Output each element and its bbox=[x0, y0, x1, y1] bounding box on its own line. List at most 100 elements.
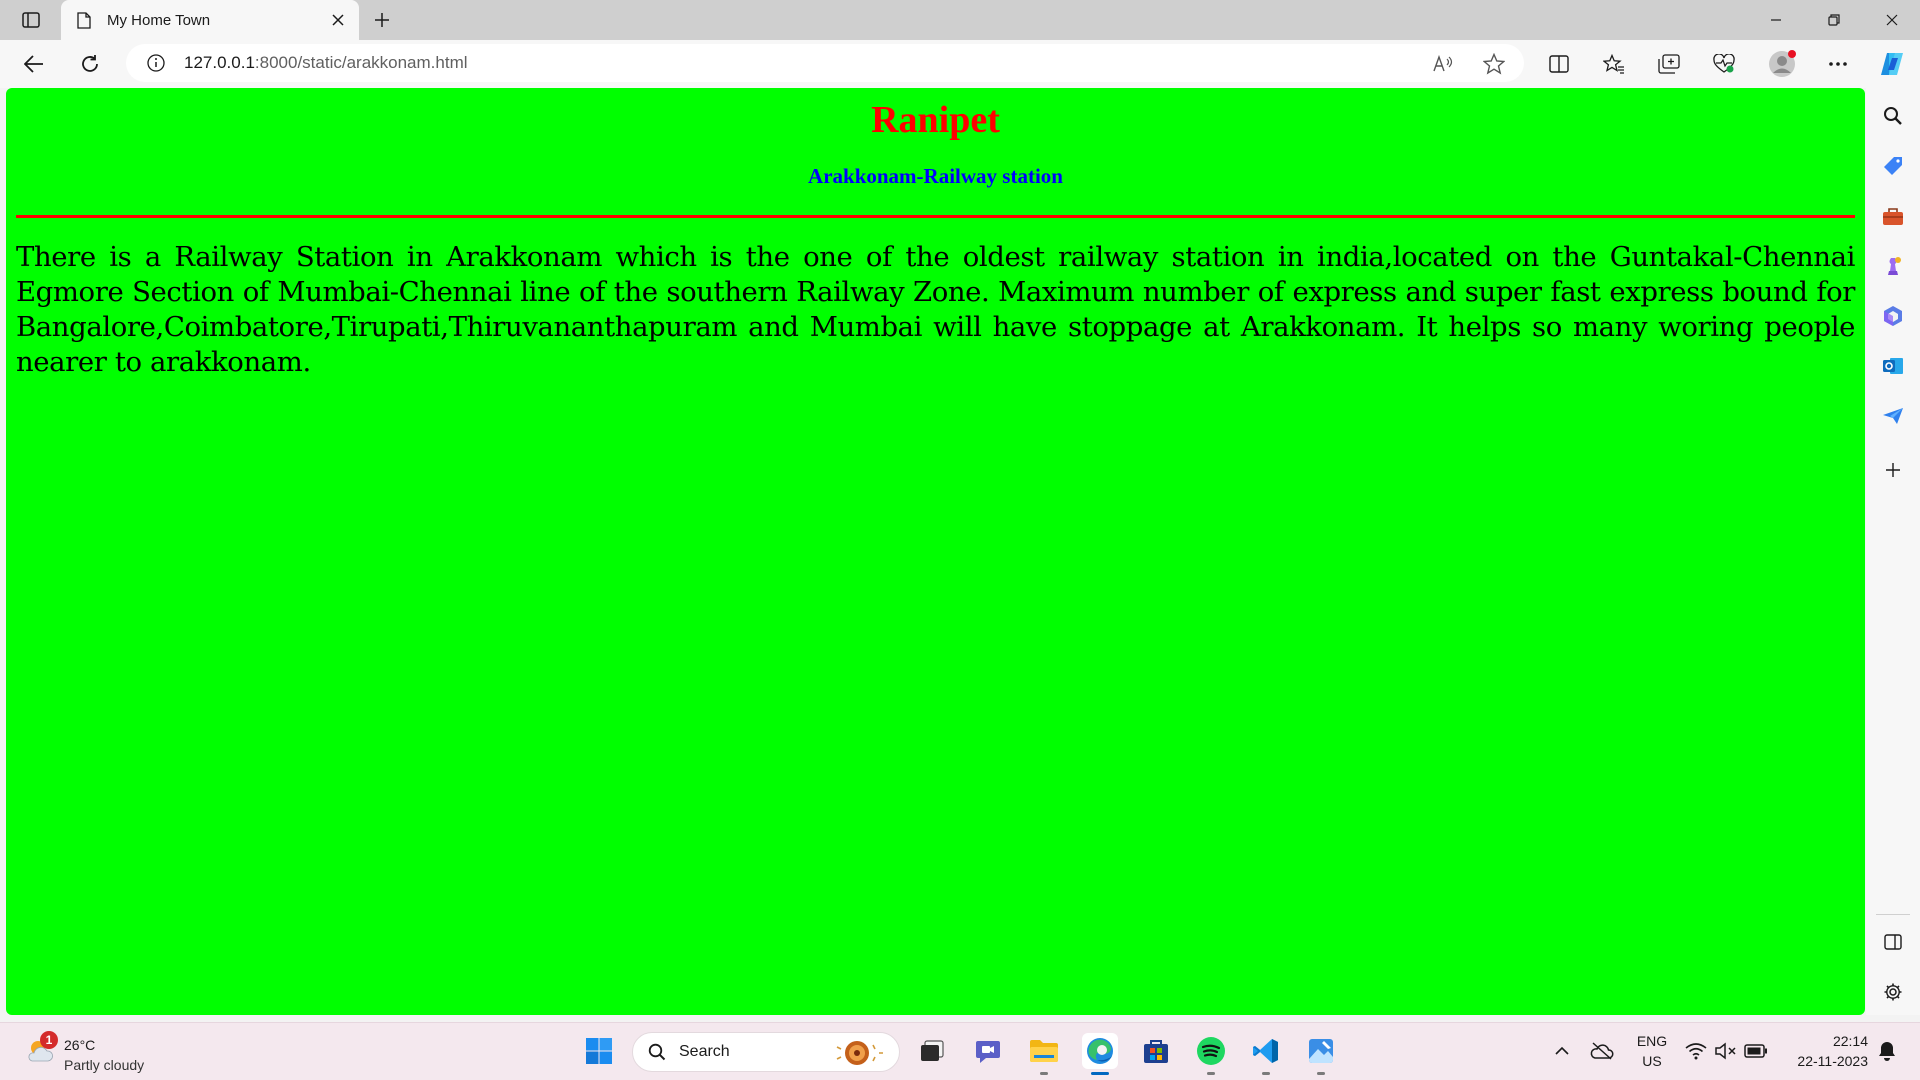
sidebar-m365-button[interactable] bbox=[1879, 302, 1907, 330]
clock-date: 22-11-2023 bbox=[1797, 1053, 1868, 1069]
back-button[interactable] bbox=[18, 48, 50, 80]
favorite-star-icon[interactable] bbox=[1482, 52, 1506, 76]
spotify-icon bbox=[1197, 1037, 1225, 1065]
restore-button[interactable] bbox=[1806, 0, 1862, 40]
plus-icon bbox=[375, 13, 389, 27]
chat-icon bbox=[976, 1041, 1000, 1063]
sidebar-divider bbox=[1876, 914, 1910, 915]
spotify-button[interactable] bbox=[1193, 1033, 1229, 1075]
browser-toolbar: 127.0.0.1:8000/static/arakkonam.html bbox=[0, 40, 1920, 88]
keyboard-region: US bbox=[1642, 1053, 1662, 1069]
sidebar-settings-button[interactable] bbox=[1879, 978, 1907, 1006]
new-tab-button[interactable] bbox=[368, 6, 396, 34]
running-indicator bbox=[1317, 1072, 1325, 1075]
sidebar-tools-button[interactable] bbox=[1879, 202, 1907, 230]
shopping-tag-icon bbox=[1884, 157, 1902, 175]
file-explorer-button[interactable] bbox=[1026, 1033, 1062, 1075]
profile-button[interactable] bbox=[1766, 48, 1798, 80]
battery-tray-button[interactable] bbox=[1744, 1039, 1768, 1063]
speaker-muted-icon bbox=[1715, 1042, 1736, 1060]
close-window-button[interactable] bbox=[1864, 0, 1920, 40]
wifi-icon bbox=[1685, 1043, 1707, 1060]
store-bag-icon bbox=[1144, 1040, 1168, 1063]
more-options-icon bbox=[1829, 62, 1847, 66]
url-text: 127.0.0.1:8000/static/arakkonam.html bbox=[184, 53, 468, 73]
taskbar: 1 26°C Partly cloudy Search ENG US 22:14… bbox=[0, 1022, 1920, 1080]
web-page: Ranipet Arakkonam-Railway station There … bbox=[6, 88, 1865, 1015]
microsoft-365-icon bbox=[1884, 306, 1902, 326]
weather-widget[interactable]: 1 26°C Partly cloudy bbox=[22, 1031, 222, 1075]
vscode-button[interactable] bbox=[1248, 1033, 1284, 1075]
running-indicator bbox=[1207, 1072, 1215, 1075]
wifi-tray-button[interactable] bbox=[1684, 1039, 1708, 1063]
favorites-button[interactable] bbox=[1598, 48, 1630, 80]
notifications-button[interactable] bbox=[1875, 1039, 1899, 1063]
chevron-up-icon bbox=[1555, 1046, 1569, 1055]
address-bar[interactable]: 127.0.0.1:8000/static/arakkonam.html bbox=[126, 44, 1524, 82]
cloud-offline-icon bbox=[1590, 1042, 1614, 1060]
chess-piece-icon bbox=[1888, 257, 1901, 275]
split-screen-button[interactable] bbox=[1543, 48, 1575, 80]
read-aloud-icon[interactable] bbox=[1432, 52, 1456, 76]
show-hidden-icons-button[interactable] bbox=[1550, 1039, 1574, 1063]
search-icon bbox=[1884, 107, 1902, 125]
notification-badge: 1 bbox=[40, 1031, 58, 1049]
tab-actions-button[interactable] bbox=[14, 6, 48, 34]
sidebar-games-button[interactable] bbox=[1879, 252, 1907, 280]
heart-pulse-icon bbox=[1713, 54, 1735, 73]
store-button[interactable] bbox=[1138, 1033, 1174, 1069]
browser-tab[interactable]: My Home Town bbox=[61, 0, 359, 40]
outlook-icon bbox=[1883, 358, 1903, 374]
plus-icon bbox=[1886, 463, 1900, 477]
system-clock[interactable]: 22:14 22-11-2023 bbox=[1780, 1031, 1868, 1071]
sidebar-add-button[interactable] bbox=[1879, 456, 1907, 484]
site-info-icon[interactable] bbox=[146, 53, 166, 73]
start-button[interactable] bbox=[581, 1033, 617, 1069]
page-paragraph: There is a Railway Station in Arakkonam … bbox=[16, 241, 1855, 378]
onedrive-tray-button[interactable] bbox=[1590, 1039, 1614, 1063]
title-bar: My Home Town bbox=[0, 0, 1920, 40]
volume-tray-button[interactable] bbox=[1714, 1039, 1738, 1063]
settings-menu-button[interactable] bbox=[1822, 48, 1854, 80]
collections-icon bbox=[1658, 54, 1680, 74]
taskbar-search[interactable]: Search bbox=[632, 1032, 900, 1072]
browser-essentials-button[interactable] bbox=[1708, 48, 1740, 80]
task-view-button[interactable] bbox=[914, 1033, 950, 1069]
photos-app-button[interactable] bbox=[1303, 1033, 1339, 1075]
sidebar-shopping-button[interactable] bbox=[1879, 152, 1907, 180]
sidebar-drop-button[interactable] bbox=[1879, 402, 1907, 430]
gear-icon bbox=[1884, 983, 1902, 1001]
edge-browser-icon bbox=[1087, 1038, 1113, 1064]
tab-title: My Home Town bbox=[107, 11, 211, 29]
tab-actions-icon bbox=[22, 12, 40, 28]
sidebar-search-button[interactable] bbox=[1879, 102, 1907, 130]
copilot-button[interactable] bbox=[1876, 48, 1908, 80]
folder-icon bbox=[1030, 1040, 1058, 1062]
close-icon bbox=[1886, 14, 1898, 26]
active-app-indicator bbox=[1091, 1072, 1109, 1075]
refresh-button[interactable] bbox=[74, 48, 106, 80]
minimize-button[interactable] bbox=[1748, 0, 1804, 40]
sidebar-toggle-icon bbox=[1884, 934, 1902, 950]
language-code: ENG bbox=[1636, 1033, 1668, 1049]
horizontal-rule bbox=[16, 215, 1855, 218]
refresh-icon bbox=[82, 55, 98, 72]
copilot-icon bbox=[1881, 53, 1903, 75]
split-screen-icon bbox=[1549, 55, 1569, 73]
paper-plane-icon bbox=[1883, 408, 1903, 424]
collections-button[interactable] bbox=[1653, 48, 1685, 80]
url-host: 127.0.0.1 bbox=[184, 53, 255, 72]
running-indicator bbox=[1262, 1072, 1270, 1075]
edge-taskbar-button[interactable] bbox=[1082, 1033, 1118, 1075]
battery-icon bbox=[1744, 1044, 1767, 1058]
restore-icon bbox=[1828, 14, 1840, 26]
language-indicator[interactable]: ENG US bbox=[1634, 1031, 1670, 1071]
teams-chat-button[interactable] bbox=[970, 1033, 1006, 1069]
search-label: Search bbox=[679, 1043, 730, 1060]
url-path: :8000/static/arakkonam.html bbox=[254, 53, 468, 72]
clock-time: 22:14 bbox=[1832, 1033, 1868, 1049]
running-indicator bbox=[1040, 1072, 1048, 1075]
close-tab-icon[interactable] bbox=[327, 9, 349, 31]
hide-sidebar-button[interactable] bbox=[1879, 928, 1907, 956]
sidebar-outlook-button[interactable] bbox=[1879, 352, 1907, 380]
